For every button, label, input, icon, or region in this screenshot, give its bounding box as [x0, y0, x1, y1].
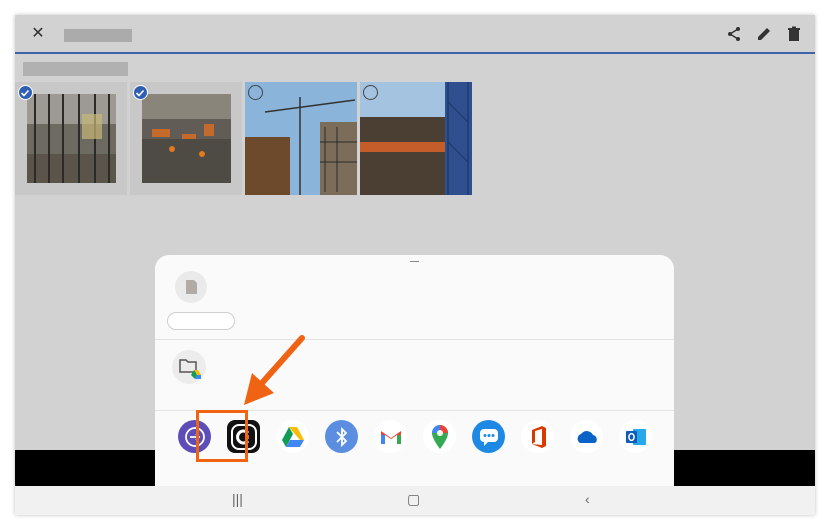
thumbnail[interactable] [360, 82, 472, 195]
delete-icon[interactable] [785, 25, 803, 43]
selected-check-icon[interactable] [18, 85, 33, 100]
drive-folder-icon[interactable] [172, 350, 206, 384]
edit-icon[interactable] [755, 25, 773, 43]
google-drive-icon[interactable] [268, 420, 317, 454]
gmail-icon[interactable] [366, 420, 415, 454]
app-window: ✕ ||| ▢ ‹ [15, 15, 815, 515]
outlook-icon[interactable] [611, 420, 660, 454]
construction-photo [360, 82, 472, 195]
thumbnail[interactable] [15, 82, 127, 195]
more-icon[interactable] [660, 420, 674, 454]
unselected-circle-icon[interactable] [248, 85, 263, 100]
highlight-box [196, 410, 248, 462]
selected-check-icon[interactable] [133, 85, 148, 100]
construction-photo [27, 94, 116, 183]
file-preview-icon [175, 271, 207, 303]
top-app-bar: ✕ [15, 15, 815, 54]
chip-redacted[interactable] [167, 312, 235, 330]
google-maps-icon[interactable] [415, 420, 464, 454]
sheet-handle[interactable] [410, 261, 419, 262]
date-header-redacted [23, 62, 128, 76]
office-icon[interactable] [513, 420, 562, 454]
system-navigation-bar: ||| ▢ ‹ [15, 486, 815, 515]
recents-icon[interactable]: ||| [232, 491, 243, 507]
construction-photo [142, 94, 231, 183]
messages-icon[interactable] [464, 420, 513, 454]
close-icon[interactable]: ✕ [29, 25, 47, 43]
onedrive-icon[interactable] [562, 420, 611, 454]
back-icon[interactable]: ‹ [585, 491, 590, 507]
unselected-circle-icon[interactable] [363, 85, 378, 100]
home-icon[interactable]: ▢ [407, 491, 420, 508]
title-redacted [64, 29, 132, 42]
share-icon[interactable] [725, 25, 743, 43]
thumbnail[interactable] [245, 82, 357, 195]
thumbnail-grid [15, 82, 472, 195]
annotation-arrow-icon [230, 335, 310, 415]
thumbnail[interactable] [130, 82, 242, 195]
top-actions [725, 25, 803, 43]
construction-photo [245, 82, 357, 195]
bluetooth-icon[interactable] [317, 420, 366, 454]
